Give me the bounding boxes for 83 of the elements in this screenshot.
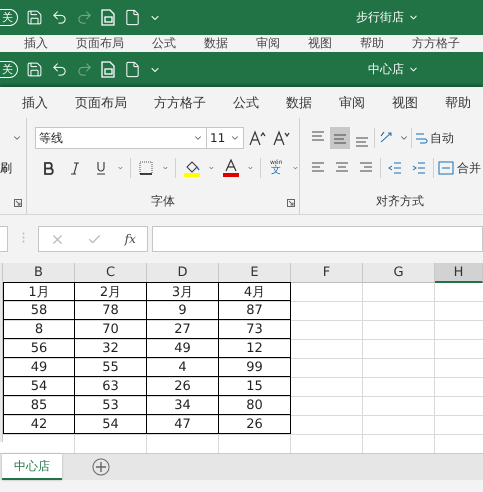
- column-header[interactable]: F: [291, 263, 363, 283]
- font-color-icon[interactable]: [220, 157, 241, 179]
- table-cell: 4月: [219, 282, 291, 301]
- table-cell: 9: [147, 301, 219, 320]
- merge-icon: [438, 161, 454, 175]
- wrap-text-button[interactable]: 自动: [414, 127, 454, 149]
- table-cell: 78: [75, 301, 147, 320]
- table-cell: 1月: [3, 282, 75, 301]
- table-cell: 42: [3, 415, 75, 434]
- font-size-field[interactable]: 11: [206, 127, 244, 149]
- autosave-toggle[interactable]: 关: [0, 61, 18, 78]
- table-cell: 70: [75, 320, 147, 339]
- print-preview-icon[interactable]: [101, 61, 116, 78]
- sheet-tab[interactable]: 中心店: [2, 454, 62, 480]
- table-cell: 12: [219, 339, 291, 358]
- table-cell: 15: [219, 377, 291, 396]
- dialog-launcher-icon[interactable]: [14, 199, 22, 207]
- new-document-icon[interactable]: [124, 61, 141, 78]
- save-icon[interactable]: [26, 9, 43, 26]
- table-cell: 49: [3, 358, 75, 377]
- format-painter-label[interactable]: 刷: [0, 160, 12, 176]
- table-cell: 4: [147, 358, 219, 377]
- table-cell: 49: [147, 339, 219, 358]
- table-cell: 32: [75, 339, 147, 358]
- table-cell: 2月: [75, 282, 147, 301]
- save-icon[interactable]: [26, 61, 43, 78]
- ribbon-tab[interactable]: 页面布局: [75, 94, 127, 112]
- column-header[interactable]: H: [435, 263, 483, 283]
- table-cell: 87: [219, 301, 291, 320]
- ribbon-tab[interactable]: 公式: [152, 35, 176, 52]
- undo-icon[interactable]: [51, 61, 68, 78]
- table-cell: 34: [147, 396, 219, 415]
- table-cell: 54: [75, 415, 147, 434]
- table-cell: 3月: [147, 282, 219, 301]
- table-cell: 99: [219, 358, 291, 377]
- drag-handle-icon[interactable]: [22, 232, 24, 243]
- table-cell: 73: [219, 320, 291, 339]
- ribbon-tab[interactable]: 视图: [392, 94, 418, 112]
- window-title: 中心店: [368, 61, 404, 78]
- table-cell: 27: [147, 320, 219, 339]
- ribbon-tab[interactable]: 审阅: [339, 94, 365, 112]
- group-label: 对齐方式: [376, 193, 424, 210]
- align-middle-icon[interactable]: [330, 127, 350, 149]
- font-name-field[interactable]: 等线: [35, 127, 207, 149]
- table-cell: 47: [147, 415, 219, 434]
- ribbon-tab[interactable]: 公式: [233, 94, 259, 112]
- ribbon-tab[interactable]: 审阅: [256, 35, 280, 52]
- dialog-launcher-icon[interactable]: [287, 199, 295, 207]
- column-header[interactable]: B: [3, 263, 75, 283]
- table-cell: 26: [147, 377, 219, 396]
- autosave-toggle[interactable]: 关: [0, 9, 18, 26]
- table-cell: 58: [3, 301, 75, 320]
- column-header[interactable]: G: [363, 263, 435, 283]
- ribbon-tab[interactable]: 方方格子: [154, 94, 206, 112]
- ribbon-tab[interactable]: 数据: [204, 35, 228, 52]
- formula-input[interactable]: [152, 226, 483, 252]
- table-cell: 53: [75, 396, 147, 415]
- table-cell: 8: [3, 320, 75, 339]
- ribbon-tab[interactable]: 插入: [24, 35, 48, 52]
- undo-icon[interactable]: [51, 9, 68, 26]
- group-label: 字体: [151, 193, 175, 210]
- column-header[interactable]: D: [147, 263, 219, 283]
- column-header[interactable]: C: [75, 263, 147, 283]
- print-preview-icon[interactable]: [101, 9, 116, 26]
- merge-cells-button[interactable]: 合并: [438, 157, 481, 179]
- ribbon-tab[interactable]: 页面布局: [76, 35, 124, 52]
- table-cell: 85: [3, 396, 75, 415]
- insert-function-button[interactable]: fx: [124, 232, 136, 246]
- ribbon-tab[interactable]: 帮助: [445, 94, 471, 112]
- ribbon-tab[interactable]: 数据: [286, 94, 312, 112]
- ribbon-tab[interactable]: 视图: [308, 35, 332, 52]
- table-cell: 63: [75, 377, 147, 396]
- ribbon-tab[interactable]: 插入: [22, 94, 48, 112]
- column-header[interactable]: E: [219, 263, 291, 283]
- window-title: 步行街店: [356, 9, 404, 26]
- table-cell: 26: [219, 415, 291, 434]
- ribbon-tab[interactable]: 帮助: [360, 35, 384, 52]
- ribbon-tab[interactable]: 方方格子: [412, 35, 460, 52]
- table-cell: 54: [3, 377, 75, 396]
- table-cell: 56: [3, 339, 75, 358]
- new-document-icon[interactable]: [124, 9, 141, 26]
- table-cell: 80: [219, 396, 291, 415]
- table-cell: 55: [75, 358, 147, 377]
